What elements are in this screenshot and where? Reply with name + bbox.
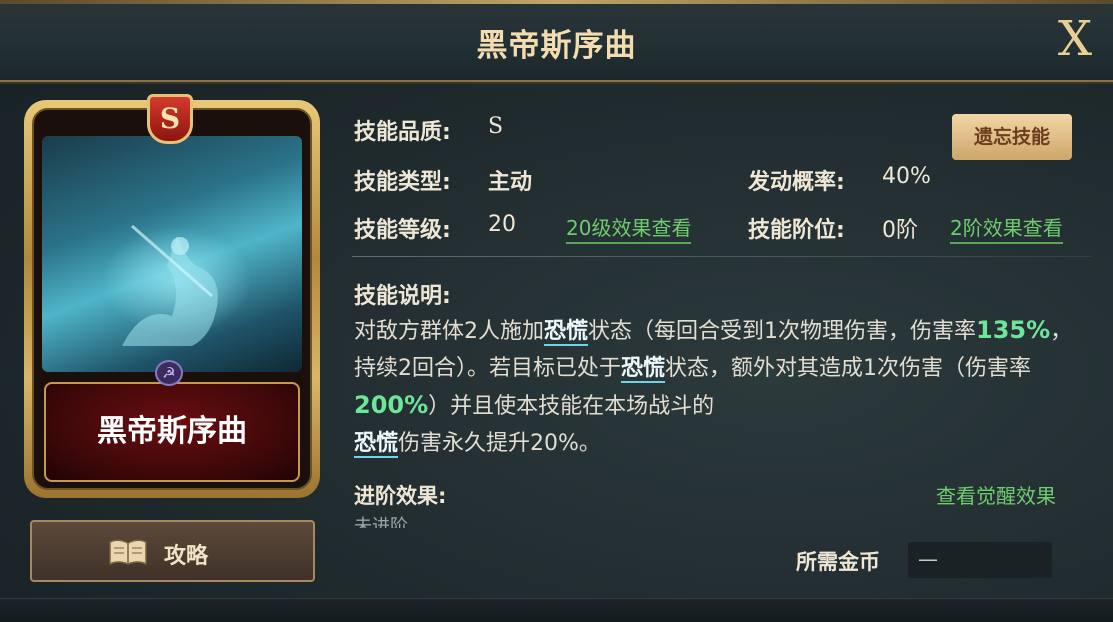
advance-heading: 进阶效果: xyxy=(354,484,447,508)
desc-text: 伤害永久提升20%。 xyxy=(398,431,601,456)
ghost-rider-illustration xyxy=(122,224,218,346)
type-label: 技能类型: xyxy=(354,170,451,195)
type-value: 主动 xyxy=(488,170,533,195)
rank-value: 0阶 xyxy=(882,218,918,243)
quality-value: S xyxy=(488,114,504,139)
card-name-plate: 黑帝斯序曲 xyxy=(44,382,300,482)
level-effect-link[interactable]: 20级效果查看 xyxy=(566,212,692,244)
book-icon xyxy=(109,539,147,566)
desc-text: 状态（每回合受到1次物理伤害，伤害率 xyxy=(588,319,977,344)
keyword-panic[interactable]: 恐慌 xyxy=(354,431,399,458)
rate-value: 40% xyxy=(882,164,931,189)
desc-text: 状态，额外对其造成1次伤害（伤害率 xyxy=(665,356,1032,381)
rank-effect-link[interactable]: 2阶效果查看 xyxy=(950,212,1063,244)
forget-skill-button[interactable]: 遗忘技能 xyxy=(952,114,1072,160)
strategy-button[interactable]: 攻略 xyxy=(30,520,315,582)
gold-cost-label: 所需金币 xyxy=(796,550,880,574)
card-name: 黑帝斯序曲 xyxy=(97,414,247,449)
view-awaken-link[interactable]: 查看觉醒效果 xyxy=(936,480,1056,510)
level-value: 20 xyxy=(488,212,516,237)
keyword-panic[interactable]: 恐慌 xyxy=(621,356,666,383)
rate-label: 发动概率: xyxy=(748,170,845,195)
bottom-edge xyxy=(0,598,1113,622)
close-button[interactable]: X xyxy=(1051,10,1099,68)
rank-label: 技能阶位: xyxy=(748,218,845,243)
page-title: 黑帝斯序曲 xyxy=(476,28,637,64)
card-frame: 黑帝斯序曲 xyxy=(32,108,312,490)
damage-rate: 200% xyxy=(354,391,429,419)
advance-status: 未进阶 xyxy=(354,516,408,528)
level-label: 技能等级: xyxy=(354,218,451,243)
gold-cost-value: — xyxy=(908,542,1052,578)
desc-text: 对敌方群体2人施加 xyxy=(354,319,544,344)
skill-description: 对敌方群体2人施加恐慌状态（每回合受到1次物理伤害，伤害率135%，持续2回合）… xyxy=(354,312,1074,462)
quality-label: 技能品质: xyxy=(354,120,451,145)
strategy-label: 攻略 xyxy=(164,544,209,569)
faction-icon: ☭ xyxy=(155,360,183,386)
desc-text: ）并且使本技能在本场战斗的 xyxy=(428,394,715,419)
keyword-panic[interactable]: 恐慌 xyxy=(544,319,589,346)
header-bar: 黑帝斯序曲 X xyxy=(0,0,1113,82)
skill-card: 黑帝斯序曲 xyxy=(24,100,320,498)
description-heading: 技能说明: xyxy=(354,284,451,309)
skill-artwork xyxy=(42,136,302,372)
damage-rate: 135% xyxy=(976,316,1051,344)
section-divider xyxy=(352,256,1092,257)
grade-badge: S xyxy=(147,94,193,144)
